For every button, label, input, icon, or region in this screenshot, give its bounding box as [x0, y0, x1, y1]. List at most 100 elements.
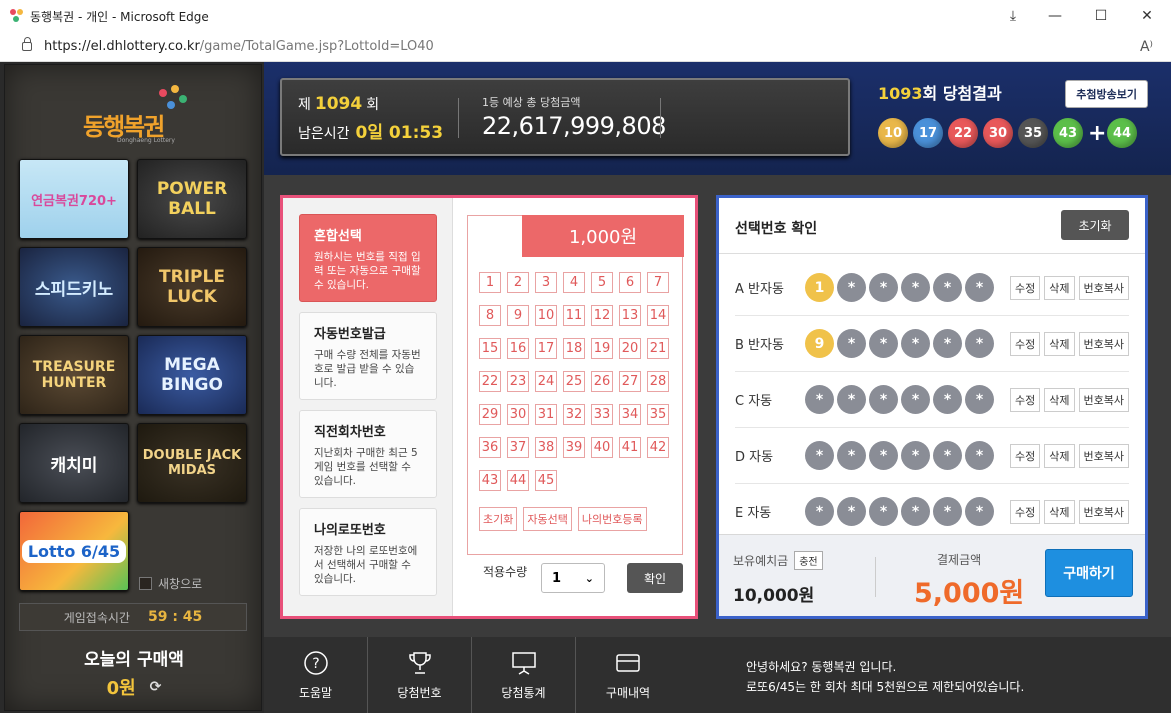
- number-cell[interactable]: 24: [535, 371, 557, 392]
- number-cell[interactable]: 41: [619, 437, 641, 458]
- number-cell[interactable]: 11: [563, 305, 585, 326]
- edit-button[interactable]: 수정: [1010, 331, 1041, 356]
- number-cell[interactable]: 21: [647, 338, 669, 359]
- mode-auto[interactable]: 자동번호발급 구매 수량 전체를 자동번호로 발급 받을 수 있습니다.: [299, 312, 437, 400]
- number-cell[interactable]: 38: [535, 437, 557, 458]
- number-cell[interactable]: 23: [507, 371, 529, 392]
- edit-button[interactable]: 수정: [1010, 387, 1041, 412]
- number-cell[interactable]: 2: [507, 272, 529, 293]
- game-tile-doublejackmidas[interactable]: DOUBLE JACK MIDAS: [137, 423, 247, 503]
- number-cell[interactable]: 31: [535, 404, 557, 425]
- number-cell[interactable]: 37: [507, 437, 529, 458]
- brand-logo[interactable]: 동행복권 Donghaeng Lottery: [83, 85, 193, 145]
- number-cell[interactable]: 10: [535, 305, 557, 326]
- number-cell[interactable]: 39: [563, 437, 585, 458]
- number-cell[interactable]: 18: [563, 338, 585, 359]
- delete-button[interactable]: 삭제: [1044, 275, 1075, 300]
- nav-statistics[interactable]: 당첨통계: [472, 637, 576, 713]
- game-tile-powerball[interactable]: POWER BALL: [137, 159, 247, 239]
- number-cell[interactable]: 43: [479, 470, 501, 491]
- address-bar[interactable]: https://el.dhlottery.co.kr/game/TotalGam…: [0, 32, 1171, 62]
- number-cell[interactable]: 14: [647, 305, 669, 326]
- close-button[interactable]: ✕: [1124, 0, 1170, 32]
- number-cell[interactable]: 40: [591, 437, 613, 458]
- number-cell[interactable]: 22: [479, 371, 501, 392]
- read-aloud-icon[interactable]: A⁾: [1140, 39, 1153, 55]
- number-cell[interactable]: 19: [591, 338, 613, 359]
- game-tile-treasurehunter[interactable]: TREASURE HUNTER: [19, 335, 129, 415]
- number-cell[interactable]: 20: [619, 338, 641, 359]
- edit-button[interactable]: 수정: [1010, 499, 1041, 524]
- download-icon[interactable]: ⤓: [990, 0, 1036, 32]
- game-tile-speedkeno[interactable]: 스피드키노: [19, 247, 129, 327]
- number-cell[interactable]: 8: [479, 305, 501, 326]
- number-cell[interactable]: 25: [563, 371, 585, 392]
- number-cell[interactable]: 32: [563, 404, 585, 425]
- charge-button[interactable]: 충전: [794, 551, 823, 570]
- edit-button[interactable]: 수정: [1010, 275, 1041, 300]
- number-cell[interactable]: 42: [647, 437, 669, 458]
- number-cell[interactable]: 17: [535, 338, 557, 359]
- minimize-button[interactable]: —: [1032, 0, 1078, 32]
- game-tile-lotto645[interactable]: Lotto 6/45: [19, 511, 129, 591]
- number-cell[interactable]: 5: [591, 272, 613, 293]
- number-cell[interactable]: 3: [535, 272, 557, 293]
- copy-button[interactable]: 번호복사: [1078, 499, 1129, 524]
- refresh-icon[interactable]: ⟳: [150, 679, 162, 695]
- slot-ball: *: [933, 497, 962, 526]
- number-cell[interactable]: 1: [479, 272, 501, 293]
- number-cell[interactable]: 30: [507, 404, 529, 425]
- sidebar: 동행복권 Donghaeng Lottery 연금복권720+ POWER BA…: [4, 64, 262, 711]
- number-cell[interactable]: 27: [619, 371, 641, 392]
- number-cell[interactable]: 15: [479, 338, 501, 359]
- number-cell[interactable]: 26: [591, 371, 613, 392]
- game-tile-pension720[interactable]: 연금복권720+: [19, 159, 129, 239]
- nav-help[interactable]: ? 도움말: [264, 637, 368, 713]
- qty-select[interactable]: 1 ⌄: [541, 563, 605, 593]
- grid-auto-button[interactable]: 자동선택: [523, 507, 572, 531]
- checkbox-box[interactable]: [139, 577, 152, 590]
- delete-button[interactable]: 삭제: [1044, 499, 1075, 524]
- game-tile-catchme[interactable]: 캐치미: [19, 423, 129, 503]
- mode-previous[interactable]: 직전회차번호 지난회차 구매한 최근 5게임 번호를 선택할 수 있습니다.: [299, 410, 437, 498]
- number-cell[interactable]: 44: [507, 470, 529, 491]
- number-cell[interactable]: 28: [647, 371, 669, 392]
- number-cell[interactable]: 4: [563, 272, 585, 293]
- game-tile-tripleluck[interactable]: TRIPLE LUCK: [137, 247, 247, 327]
- number-cell[interactable]: 7: [647, 272, 669, 293]
- apply-button[interactable]: 확인: [627, 563, 683, 593]
- delete-button[interactable]: 삭제: [1044, 331, 1075, 356]
- copy-button[interactable]: 번호복사: [1078, 275, 1129, 300]
- number-cell[interactable]: 12: [591, 305, 613, 326]
- nav-label: 당첨통계: [501, 685, 546, 700]
- number-cell[interactable]: 35: [647, 404, 669, 425]
- copy-button[interactable]: 번호복사: [1078, 387, 1129, 412]
- edit-button[interactable]: 수정: [1010, 443, 1041, 468]
- mode-my-numbers[interactable]: 나의로또번호 저장한 나의 로또번호에서 선택해서 구매할 수 있습니다.: [299, 508, 437, 596]
- number-cell[interactable]: 16: [507, 338, 529, 359]
- buy-button[interactable]: 구매하기: [1045, 549, 1133, 597]
- delete-button[interactable]: 삭제: [1044, 387, 1075, 412]
- confirm-reset-button[interactable]: 초기화: [1061, 210, 1129, 240]
- game-tile-megabingo[interactable]: MEGA BINGO: [137, 335, 247, 415]
- number-cell[interactable]: 6: [619, 272, 641, 293]
- replay-button[interactable]: 추첨방송보기: [1065, 80, 1148, 108]
- grid-reset-button[interactable]: 초기화: [479, 507, 518, 531]
- copy-button[interactable]: 번호복사: [1078, 331, 1129, 356]
- nav-purchase-history[interactable]: 구매내역: [576, 637, 680, 713]
- grid-save-button[interactable]: 나의번호등록: [577, 507, 647, 531]
- number-cell[interactable]: 33: [591, 404, 613, 425]
- delete-button[interactable]: 삭제: [1044, 443, 1075, 468]
- number-cell[interactable]: 45: [535, 470, 557, 491]
- mode-mixed[interactable]: 혼합선택 원하시는 번호를 직접 입력 또는 자동으로 구매할 수 있습니다.: [299, 214, 437, 302]
- nav-winning-numbers[interactable]: 당첨번호: [368, 637, 472, 713]
- number-cell[interactable]: 34: [619, 404, 641, 425]
- mode-title: 자동번호발급: [314, 327, 386, 342]
- number-cell[interactable]: 36: [479, 437, 501, 458]
- number-cell[interactable]: 13: [619, 305, 641, 326]
- number-cell[interactable]: 9: [507, 305, 529, 326]
- new-window-checkbox[interactable]: 새창으로: [139, 575, 202, 592]
- maximize-button[interactable]: ☐: [1078, 0, 1124, 32]
- copy-button[interactable]: 번호복사: [1078, 443, 1129, 468]
- number-cell[interactable]: 29: [479, 404, 501, 425]
